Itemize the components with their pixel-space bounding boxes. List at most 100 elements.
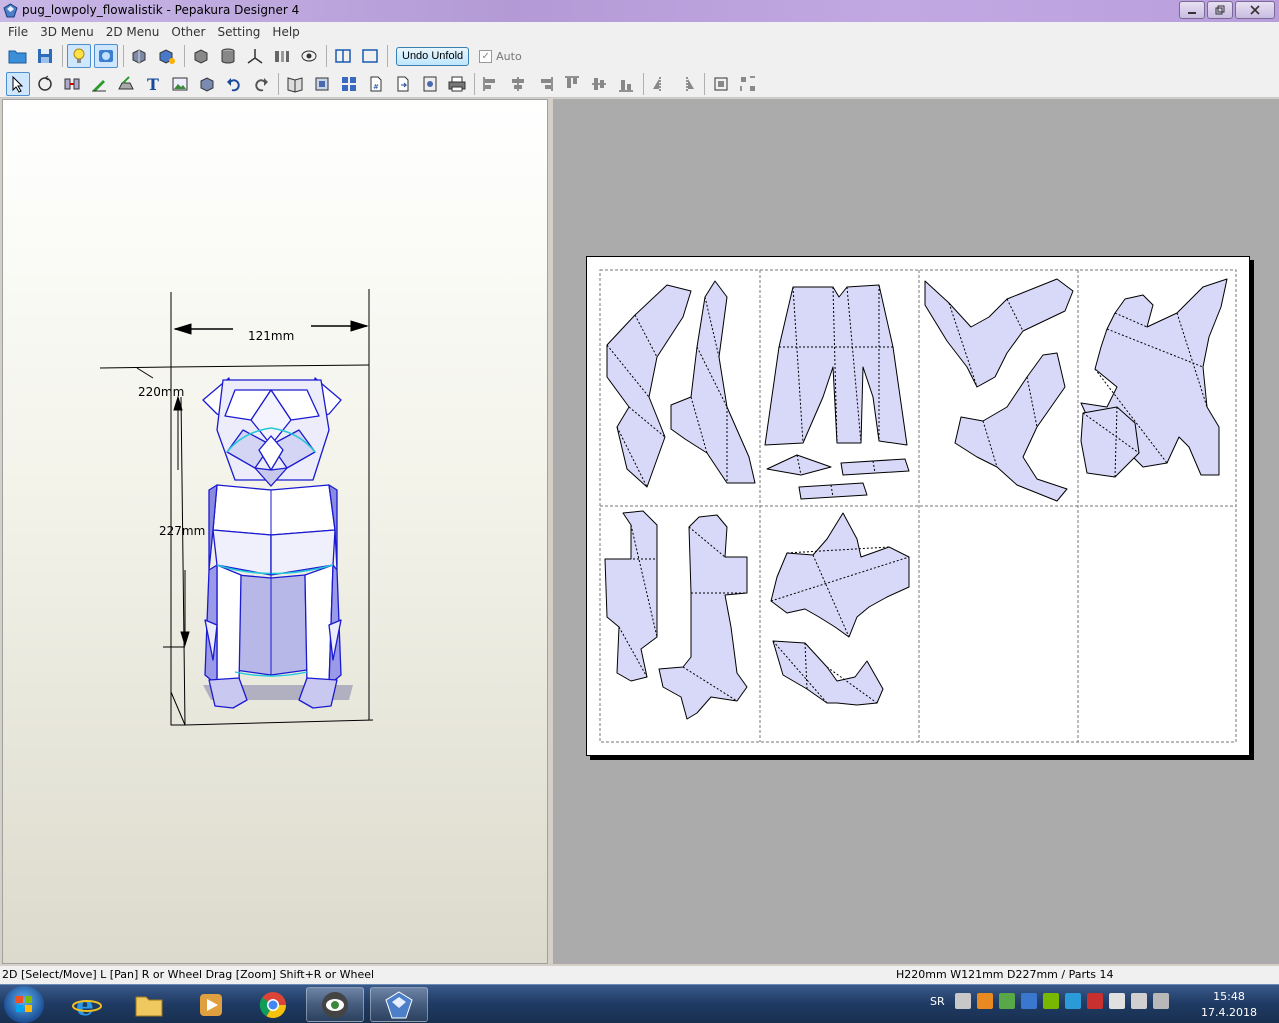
network-icon[interactable] <box>1130 993 1147 1009</box>
tray-app-blue-icon[interactable] <box>1020 993 1037 1009</box>
taskbar-file-explorer[interactable] <box>120 987 178 1022</box>
flip-vertical-button[interactable] <box>675 72 699 96</box>
eye-app-icon <box>322 991 348 1018</box>
align-right-button[interactable] <box>533 72 557 96</box>
print-preview-button[interactable] <box>418 72 442 96</box>
grid-parts-icon <box>342 76 356 91</box>
image-icon <box>172 77 188 90</box>
taskbar-chrome[interactable] <box>244 987 302 1022</box>
flip-vertical-icon <box>686 76 694 91</box>
action-center-flag-icon[interactable] <box>1108 993 1125 1009</box>
scale-button[interactable] <box>270 44 294 68</box>
edit-flap-button[interactable] <box>114 72 138 96</box>
eye-icon <box>301 50 317 62</box>
unfold-button[interactable] <box>128 44 152 68</box>
menu-other[interactable]: Other <box>165 25 211 39</box>
undo-button[interactable] <box>222 72 246 96</box>
single-view-icon <box>362 49 378 63</box>
light-toggle-button[interactable] <box>67 44 91 68</box>
unfolded-parts <box>604 278 1228 720</box>
fit-page-button[interactable] <box>310 72 334 96</box>
pug-3d-model[interactable]: 121mm 220mm 227mm <box>3 100 549 965</box>
volume-muted-icon[interactable] <box>1152 993 1169 1009</box>
tray-app-green-icon[interactable] <box>998 993 1015 1009</box>
arrange-parts-button[interactable] <box>337 72 361 96</box>
minimize-icon <box>1188 12 1196 14</box>
axis-button[interactable] <box>243 44 267 68</box>
cylinder-button[interactable] <box>216 44 240 68</box>
redo-arrow-icon <box>255 77 268 91</box>
clock-date: 17.4.2018 <box>1201 1006 1257 1019</box>
keyboard-icon[interactable] <box>954 993 971 1009</box>
align-bottom-button[interactable] <box>614 72 638 96</box>
group-button[interactable] <box>709 72 733 96</box>
nvidia-icon[interactable] <box>1042 993 1059 1009</box>
part-hind-leg-left <box>604 510 658 682</box>
page-setup-button[interactable] <box>391 72 415 96</box>
toolbar-separator <box>387 45 388 67</box>
draw-line-button[interactable] <box>87 72 111 96</box>
align-top-button[interactable] <box>560 72 584 96</box>
pepakura-app-icon[interactable] <box>3 3 18 18</box>
language-indicator[interactable]: SR <box>930 995 945 1008</box>
split-view-button[interactable] <box>331 44 355 68</box>
part-3d-button[interactable] <box>195 72 219 96</box>
align-middle-icon <box>592 77 606 90</box>
tray-app-orange-icon[interactable] <box>976 993 993 1009</box>
taskbar-media-player[interactable] <box>182 987 240 1022</box>
axis-icon <box>247 49 263 64</box>
align-left-button[interactable] <box>479 72 503 96</box>
ungroup-button[interactable] <box>736 72 760 96</box>
toolbar-2d: T # <box>0 70 1279 98</box>
taskbar-clock[interactable]: 15:48 17.4.2018 <box>1196 989 1262 1021</box>
paper-sheet[interactable] <box>586 256 1250 756</box>
menu-setting[interactable]: Setting <box>211 25 266 39</box>
menu-file[interactable]: File <box>2 25 34 39</box>
svg-text:e: e <box>76 990 94 1020</box>
auto-checkbox[interactable]: ✓ Auto <box>479 49 522 63</box>
unfold-color-button[interactable] <box>155 44 179 68</box>
join-edge-button[interactable] <box>60 72 84 96</box>
text-tool-icon: T <box>147 75 159 93</box>
single-view-button[interactable] <box>358 44 382 68</box>
open-button[interactable] <box>6 44 30 68</box>
undo-unfold-button[interactable]: Undo Unfold <box>396 46 470 66</box>
maximize-button[interactable] <box>1207 1 1233 19</box>
edit-3d-button[interactable] <box>189 44 213 68</box>
add-text-button[interactable]: T <box>141 72 165 96</box>
taskbar-app-eye[interactable] <box>306 987 364 1022</box>
split-view-icon <box>335 49 351 63</box>
taskbar-internet-explorer[interactable]: e <box>58 987 116 1022</box>
align-center-button[interactable] <box>506 72 530 96</box>
open-book-button[interactable] <box>283 72 307 96</box>
page-number-button[interactable]: # <box>364 72 388 96</box>
align-middle-button[interactable] <box>587 72 611 96</box>
tray-shield-icon[interactable] <box>1064 993 1081 1009</box>
align-right-icon <box>541 76 553 91</box>
menu-3d[interactable]: 3D Menu <box>34 25 100 39</box>
texture-toggle-button[interactable] <box>94 44 118 68</box>
taskbar-pepakura[interactable] <box>370 987 428 1022</box>
flip-horizontal-button[interactable] <box>648 72 672 96</box>
menu-2d[interactable]: 2D Menu <box>100 25 166 39</box>
cube-edit-icon <box>194 49 208 64</box>
status-bar: 2D [Select/Move] L [Pan] R or Wheel Drag… <box>0 966 1279 984</box>
toolbar-separator <box>184 45 185 67</box>
rotate-part-button[interactable] <box>33 72 57 96</box>
select-move-button[interactable] <box>6 71 30 96</box>
menu-help[interactable]: Help <box>266 25 305 39</box>
3d-view-pane[interactable]: 121mm 220mm 227mm <box>2 99 548 964</box>
join-edge-icon <box>64 78 80 89</box>
undo-arrow-icon <box>227 77 240 91</box>
menu-bar: File 3D Menu 2D Menu Other Setting Help <box>0 22 1279 42</box>
minimize-button[interactable] <box>1179 1 1205 19</box>
view-button[interactable] <box>297 44 321 68</box>
tray-app-red-icon[interactable] <box>1086 993 1103 1009</box>
start-button[interactable] <box>4 986 44 1023</box>
save-button[interactable] <box>33 44 57 68</box>
add-image-button[interactable] <box>168 72 192 96</box>
svg-text:T: T <box>147 75 159 93</box>
print-button[interactable] <box>445 72 469 96</box>
redo-button[interactable] <box>249 72 273 96</box>
close-button[interactable] <box>1235 1 1275 19</box>
